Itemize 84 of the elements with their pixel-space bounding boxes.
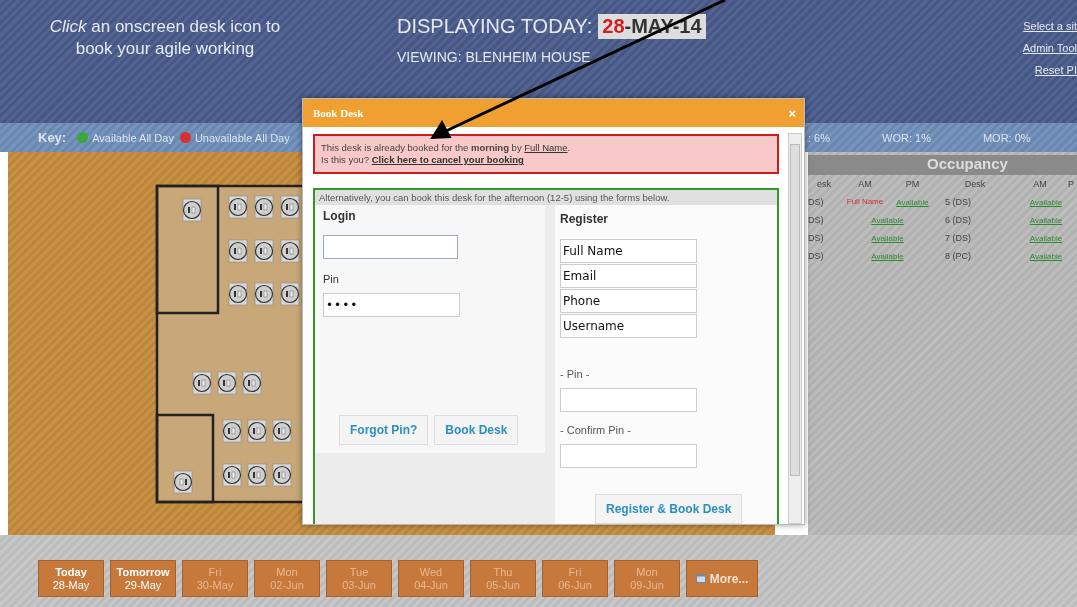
key-item: Available All Day bbox=[92, 131, 174, 144]
available-link[interactable]: Available bbox=[1029, 216, 1063, 225]
column-header: AM bbox=[857, 178, 873, 191]
login-field[interactable] bbox=[323, 235, 458, 259]
booked-name: Full Name bbox=[845, 196, 885, 208]
header-link[interactable]: Select a sit bbox=[1023, 20, 1077, 32]
desk-icon[interactable] bbox=[182, 198, 202, 222]
available-link[interactable]: Available bbox=[896, 198, 929, 207]
close-button[interactable]: × bbox=[788, 105, 796, 121]
desk-icon[interactable] bbox=[254, 239, 274, 263]
desk-cell-text: 7 (DS) bbox=[944, 232, 972, 245]
available-link[interactable]: Available bbox=[871, 252, 904, 261]
desk-icon[interactable] bbox=[222, 463, 242, 487]
available-link[interactable]: Available bbox=[1029, 234, 1063, 243]
login-heading: Login bbox=[323, 209, 357, 223]
occupancy-title: Occupancy bbox=[808, 155, 1077, 175]
register-field[interactable]: Email bbox=[560, 264, 697, 288]
name-link[interactable]: Full Name bbox=[524, 142, 568, 153]
displaying-label: DISPLAYING TODAY: bbox=[397, 15, 593, 38]
scrollbar[interactable] bbox=[788, 133, 802, 524]
dialog-title: Book Desk bbox=[313, 107, 364, 119]
desk-icon[interactable] bbox=[242, 371, 262, 395]
register-field[interactable]: Phone bbox=[560, 289, 697, 313]
occupancy-stat: : 6% bbox=[808, 131, 830, 144]
column-header: AM bbox=[1032, 178, 1048, 191]
column-header: Desk bbox=[963, 178, 987, 191]
cancel-link[interactable]: Click here to cancel your booking bbox=[371, 154, 524, 165]
viewing-label: VIEWING: BLENHEIM HOUSE bbox=[397, 49, 592, 65]
form-button[interactable]: Book Desk bbox=[434, 415, 519, 445]
day-button[interactable]: Tomorrow 29-May bbox=[110, 560, 176, 597]
key-item: Unavailable All Day bbox=[194, 131, 290, 144]
desk-icon[interactable] bbox=[254, 282, 274, 306]
desk-icon[interactable] bbox=[228, 195, 248, 219]
desk-cell-text: 6 (DS) bbox=[944, 214, 972, 227]
desk-icon[interactable] bbox=[173, 470, 193, 494]
column-header: esk bbox=[816, 178, 832, 191]
desk-icon[interactable] bbox=[280, 195, 300, 219]
desk-cell-text: DS) bbox=[808, 214, 825, 227]
register-button[interactable]: Register & Book Desk bbox=[595, 494, 743, 524]
alert-text: This desk is already booked for the morning by Full Name. bbox=[321, 142, 572, 154]
desk-icon[interactable] bbox=[272, 463, 292, 487]
alert-question: Is this you? bbox=[321, 154, 370, 165]
day-button[interactable]: Today 28-May bbox=[38, 560, 104, 597]
confirm-pin-field[interactable] bbox=[560, 444, 697, 468]
available-link[interactable]: Available bbox=[1029, 198, 1063, 207]
confirm-pin-label: - Confirm Pin - bbox=[560, 424, 632, 436]
desk-icon[interactable] bbox=[222, 419, 242, 443]
calendar-icon bbox=[695, 574, 706, 583]
pin-label: Pin bbox=[323, 273, 340, 285]
register-heading: Register bbox=[560, 212, 609, 226]
desk-icon[interactable] bbox=[228, 239, 248, 263]
desk-icon[interactable] bbox=[280, 282, 300, 306]
form-button[interactable]: Forgot Pin? bbox=[339, 415, 429, 445]
desk-cell-text: 5 (DS) bbox=[944, 196, 972, 209]
desk-icon[interactable] bbox=[247, 463, 267, 487]
register-field[interactable]: Username bbox=[560, 314, 697, 338]
occupancy-stat: WOR: 1% bbox=[882, 131, 931, 144]
desk-cell-text: DS) bbox=[808, 196, 825, 209]
form-note: Alternatively, you can book this desk for the afternoon (12-5) using the forms below. bbox=[315, 190, 777, 205]
pin-field[interactable]: •••• bbox=[323, 293, 460, 317]
column-header: P bbox=[1067, 178, 1075, 191]
desk-icon[interactable] bbox=[217, 371, 237, 395]
pin-label: - Pin - bbox=[560, 368, 591, 380]
available-link[interactable]: Available bbox=[871, 216, 904, 225]
desk-cell-text: DS) bbox=[808, 250, 825, 263]
desk-cell-text: 8 (PC) bbox=[944, 250, 972, 263]
header-link[interactable]: Reset PI bbox=[1034, 64, 1077, 76]
instruction-text: Click an onscreen desk icon to book your agile working bbox=[48, 16, 282, 60]
desk-cell-text: DS) bbox=[808, 232, 825, 245]
register-field[interactable]: Full Name bbox=[560, 239, 697, 263]
desk-icon[interactable] bbox=[254, 195, 274, 219]
available-link[interactable]: Available bbox=[871, 234, 904, 243]
available-link[interactable]: Available bbox=[1029, 252, 1063, 261]
column-header: PM bbox=[904, 178, 921, 191]
pin-field[interactable] bbox=[560, 388, 697, 412]
occupancy-stat: MOR: 0% bbox=[982, 131, 1031, 144]
desk-icon[interactable] bbox=[280, 239, 300, 263]
header-link[interactable]: Admin Tool bbox=[1022, 42, 1077, 54]
desk-icon[interactable] bbox=[247, 419, 267, 443]
desk-icon[interactable] bbox=[272, 419, 292, 443]
key-label: Key: bbox=[38, 130, 67, 145]
desk-icon[interactable] bbox=[192, 371, 212, 395]
desk-icon[interactable] bbox=[228, 282, 248, 306]
more-button[interactable]: More... bbox=[686, 560, 758, 597]
